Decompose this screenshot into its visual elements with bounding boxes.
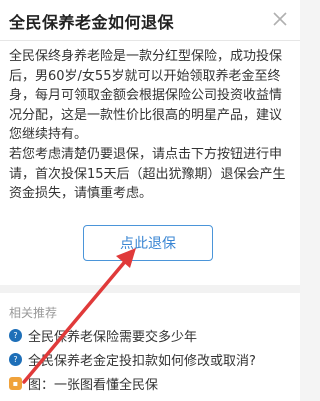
dialog-header: 全民保养老金如何退保	[0, 0, 300, 41]
dialog-title: 全民保养老金如何退保	[9, 13, 175, 32]
section-divider	[0, 285, 300, 293]
withdraw-dialog: 全民保养老金如何退保 全民保终身养老险是一款分红型保险，成功投保后，男60岁/女…	[0, 0, 300, 401]
question-icon: ?	[9, 352, 22, 366]
body-paragraph-2: 若您考虑清楚仍要退保，请点击下方按钮进行申请，首次投保15天后（超出犹豫期）退保…	[9, 146, 286, 202]
body-paragraph-1: 全民保终身养老险是一款分红型保险，成功投保后，男60岁/女55岁就可以开始领取养…	[9, 49, 283, 143]
related-item[interactable]: ? 全民保养老金定投扣款如何修改或取消?	[9, 350, 294, 368]
related-item[interactable]: ▪ 图：一张图看懂全民保	[9, 374, 294, 392]
related-section-title: 相关推荐	[9, 306, 58, 320]
related-item-label: 全民保养老金定投扣款如何修改或取消?	[28, 353, 256, 369]
related-item[interactable]: ? 全民保养老保险需要交多少年	[9, 326, 294, 344]
image-icon: ▪	[9, 376, 22, 390]
related-item-label: 图：一张图看懂全民保	[28, 377, 159, 393]
withdraw-button[interactable]: 点此退保	[83, 225, 213, 261]
related-item-label: 全民保养老保险需要交多少年	[28, 329, 198, 345]
dialog-body: 全民保终身养老险是一款分红型保险，成功投保后，男60岁/女55岁就可以开始领取养…	[9, 47, 293, 204]
question-icon: ?	[9, 328, 22, 342]
close-icon[interactable]	[270, 9, 290, 29]
